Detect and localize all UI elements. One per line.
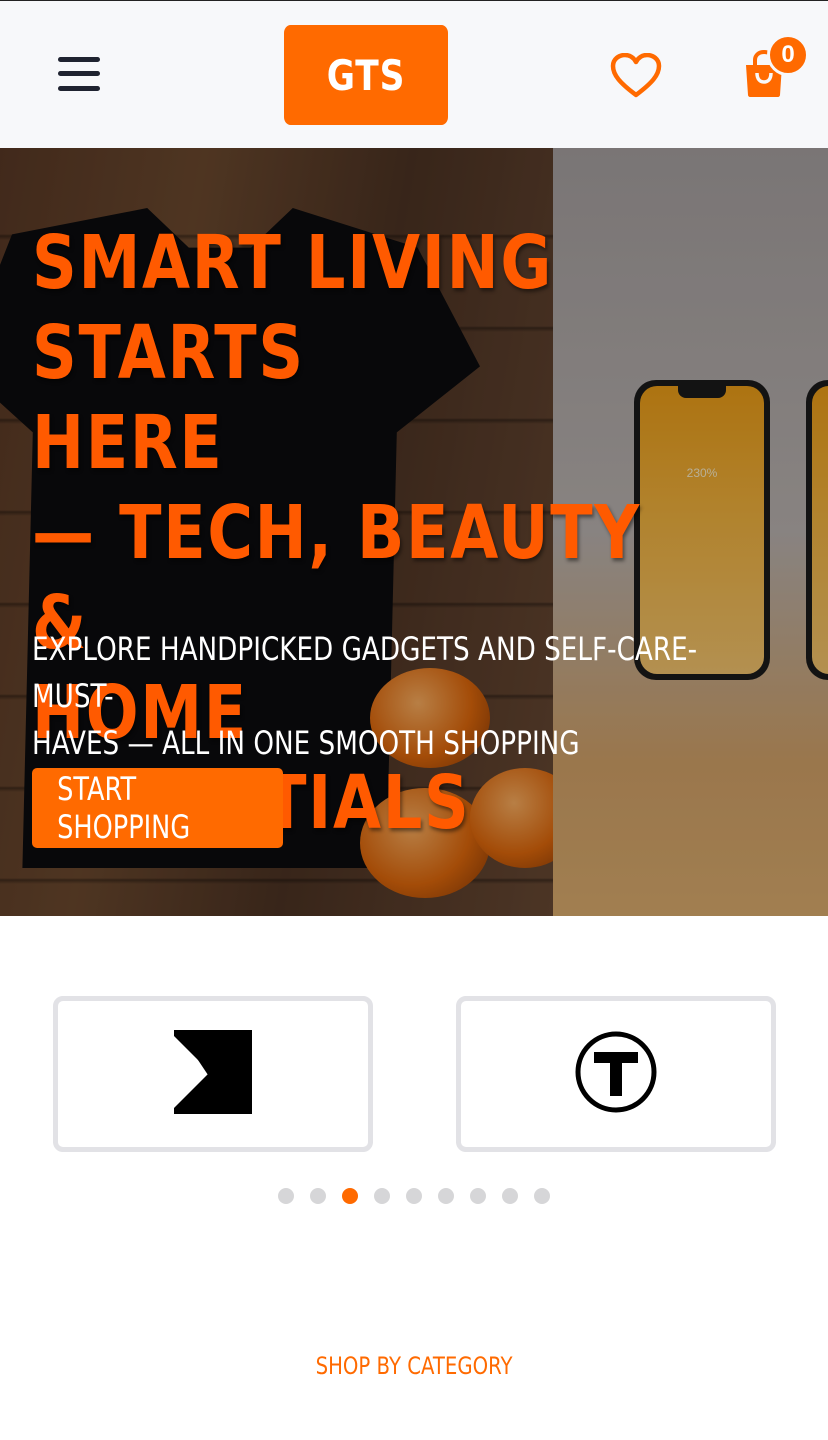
brand-card[interactable] bbox=[53, 996, 373, 1152]
cart-count-badge: 0 bbox=[767, 34, 809, 76]
circled-t-logo-icon bbox=[574, 1030, 658, 1119]
carousel-dot[interactable] bbox=[502, 1188, 518, 1204]
site-logo[interactable]: GTS bbox=[284, 25, 448, 125]
carousel-dot[interactable] bbox=[374, 1188, 390, 1204]
start-shopping-button[interactable]: START SHOPPING bbox=[32, 768, 283, 848]
hero-title-line: HERE bbox=[32, 400, 224, 486]
carousel-dot[interactable] bbox=[534, 1188, 550, 1204]
hamburger-menu-icon[interactable] bbox=[58, 53, 102, 95]
carousel-dot[interactable] bbox=[406, 1188, 422, 1204]
hero-subtitle-line: EXPLORE HANDPICKED GADGETS AND SELF-CARE… bbox=[32, 630, 698, 715]
carousel-dot[interactable] bbox=[342, 1188, 358, 1204]
carousel-dot[interactable] bbox=[438, 1188, 454, 1204]
brand-card[interactable] bbox=[456, 996, 776, 1152]
site-header: GTS 0 bbox=[0, 0, 828, 148]
brand-carousel-pagination bbox=[278, 1188, 550, 1204]
start-shopping-label: START SHOPPING bbox=[57, 770, 191, 846]
hero-banner: 230% SMART LIVING STARTS HERE — TECH, BE… bbox=[0, 148, 828, 916]
carousel-dot[interactable] bbox=[470, 1188, 486, 1204]
carousel-dot[interactable] bbox=[310, 1188, 326, 1204]
hero-title-line: SMART LIVING STARTS bbox=[32, 220, 554, 396]
angular-n-logo-icon bbox=[174, 1029, 252, 1119]
shop-by-category-label: SHOP BY CATEGORY bbox=[315, 1352, 513, 1380]
heart-icon[interactable] bbox=[610, 52, 662, 99]
shop-by-category-heading: SHOP BY CATEGORY bbox=[0, 1352, 828, 1380]
carousel-dot[interactable] bbox=[278, 1188, 294, 1204]
